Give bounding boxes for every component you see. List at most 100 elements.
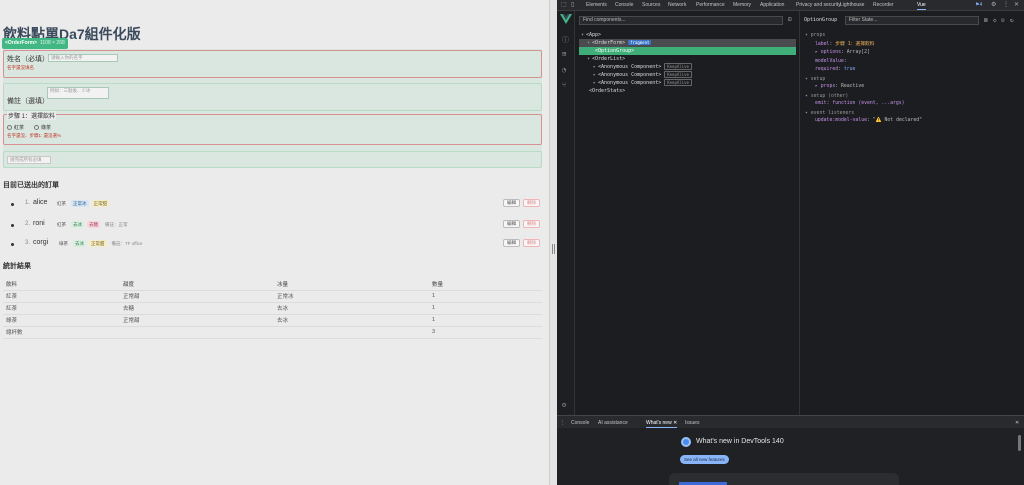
stats-table: 飲料 甜度 冰量 數量 紅茶 正常甜 正常冰 1 紅茶 去糖 去冰 1 綠茶 正常甜 去冰 1 總… [3, 278, 542, 339]
components-icon[interactable]: ⊞ [562, 50, 566, 58]
state-line[interactable]: ▾ setup [805, 76, 825, 83]
tab-performance[interactable]: Performance [696, 2, 725, 8]
issues-count: 4 [979, 2, 983, 8]
panel-splitter[interactable] [549, 0, 557, 485]
tag-sugar: 正常甜 [91, 200, 109, 207]
more-options-icon[interactable]: ⋮ [1003, 1, 1009, 8]
close-tab-icon[interactable]: ✕ [673, 420, 677, 426]
delete-button[interactable]: 刪除 [523, 199, 540, 207]
chevron-down-icon[interactable]: ▾ [581, 32, 584, 38]
chevron-down-icon[interactable]: ▾ [587, 40, 590, 46]
tab-memory[interactable]: Memory [733, 2, 751, 8]
refresh-icon[interactable]: ↻ [1010, 17, 1014, 24]
open-in-editor-icon[interactable]: ⎋ [1001, 17, 1005, 24]
state-line[interactable]: ▸ props: Reactive [815, 83, 864, 90]
column-header: 甜度 [120, 278, 274, 291]
tree-node[interactable]: <OrderStats> [587, 87, 625, 95]
filter-state-input[interactable]: Filter State... [845, 16, 979, 25]
tree-node[interactable]: <OptionGroup> [593, 47, 634, 55]
stats-heading: 統計結果 [3, 263, 31, 270]
delete-button[interactable]: 刪除 [523, 239, 540, 247]
drawer-tab-console[interactable]: Console [571, 420, 589, 426]
state-line[interactable]: required: true [815, 66, 855, 73]
select-component-icon[interactable]: ⊡ [788, 16, 792, 23]
state-line[interactable]: ▾ event listeners [805, 110, 854, 117]
chevron-right-icon[interactable]: ▸ [593, 64, 596, 70]
edit-button[interactable]: 編輯 [503, 220, 520, 228]
tag-sugar: 去糖 [87, 221, 100, 228]
tab-console[interactable]: Console [615, 2, 633, 8]
table-cell: 1 [429, 290, 542, 303]
chevron-down-icon[interactable]: ▾ [587, 56, 590, 62]
close-drawer-icon[interactable]: ✕ [1015, 420, 1019, 426]
tree-node[interactable]: ▾ <OrderList> [587, 55, 625, 63]
state-line[interactable]: emit: function (event, ...args) [815, 100, 905, 107]
settings-icon[interactable]: ⚙ [562, 401, 566, 409]
find-components-input[interactable]: Find components... [579, 16, 783, 25]
tab-application[interactable]: Application [760, 2, 784, 8]
close-icon[interactable]: ✕ [1014, 1, 1019, 8]
table-cell: 總杯數 [3, 326, 120, 339]
bullet-icon [11, 243, 14, 246]
table-cell: 正常甜 [120, 290, 274, 303]
drawer-scrollbar[interactable] [1018, 435, 1021, 451]
chevron-right-icon[interactable]: ▸ [593, 72, 596, 78]
drawer-tab-ai[interactable]: AI assistance [598, 420, 628, 426]
state-line[interactable]: label: 步驟 1：選擇飲料 [815, 41, 875, 48]
tab-elements[interactable]: Elements [586, 2, 607, 8]
tree-node[interactable]: ▸ <Anonymous Component> KeepAlive [593, 63, 692, 71]
timeline-icon[interactable]: ◔ [562, 66, 566, 74]
tag-drink: 紅茶 [57, 222, 66, 227]
inspect-dom-icon[interactable]: ◇ [993, 17, 997, 24]
info-icon[interactable]: ⓘ [562, 35, 569, 45]
step1-error: 名字還沒、步驟1: 還沒選% [7, 133, 62, 138]
chevron-right-icon[interactable]: ▸ [593, 80, 596, 86]
settings-gear-icon[interactable]: ⚙ [991, 1, 996, 8]
tag-ice: 正常冰 [71, 200, 89, 207]
feature-video-thumbnail[interactable] [669, 473, 899, 485]
inspect-element-icon[interactable]: ⬚ [561, 1, 567, 8]
tree-node[interactable]: ▾ <OrderForm> fragment [587, 39, 652, 47]
drawer-menu-icon[interactable]: ⋮ [560, 420, 565, 426]
state-line[interactable]: modelValue: [815, 58, 847, 65]
name-input[interactable]: 請輸入你的名字 [48, 54, 118, 62]
table-row: 總杯數 3 [3, 326, 542, 339]
table-row: 紅茶 正常甜 正常冰 1 [3, 290, 542, 303]
tree-node-label: <App> [586, 32, 602, 38]
see-all-features-button[interactable]: See all new features [680, 455, 729, 464]
radio-option-1[interactable]: 綠茶 [34, 124, 51, 131]
tab-network[interactable]: Network [668, 2, 686, 8]
table-cell: 正常冰 [274, 290, 429, 303]
tab-lighthouse[interactable]: Lighthouse [840, 2, 864, 8]
device-toolbar-icon[interactable]: ▯ [571, 1, 574, 8]
edit-button[interactable]: 編輯 [503, 199, 520, 207]
column-header: 數量 [429, 278, 542, 291]
submit-button[interactable]: 請完成所有必填 [7, 156, 51, 164]
state-line[interactable]: ▾ setup (other) [805, 93, 848, 100]
tab-vue[interactable]: Vue [917, 2, 926, 10]
delete-button[interactable]: 刪除 [523, 220, 540, 228]
state-token: ▾ event listeners [805, 110, 855, 116]
order-index: 1. [25, 200, 31, 206]
tab-sources[interactable]: Sources [642, 2, 660, 8]
router-icon[interactable]: ⑂ [562, 81, 566, 89]
radio-option-0[interactable]: 紅茶 [7, 124, 24, 131]
tree-node[interactable]: ▾ <App> [581, 31, 601, 39]
scroll-to-icon[interactable]: ⊠ [984, 17, 988, 24]
issues-counter[interactable]: ⚑4 [975, 2, 982, 8]
state-token: true [843, 67, 856, 72]
component-badge-size: 1108 × 268 [39, 40, 65, 46]
order-index: 3. [25, 240, 31, 246]
note-textarea[interactable]: 例如：三點後、少冰 [47, 87, 109, 99]
tree-node[interactable]: ▸ <Anonymous Component> KeepAlive [593, 79, 692, 87]
tab-privacy[interactable]: Privacy and security [796, 2, 841, 8]
drawer-tab-whats-new[interactable]: What's new ✕ [646, 420, 678, 428]
tab-recorder[interactable]: Recorder [873, 2, 894, 8]
tree-node[interactable]: ▸ <Anonymous Component> KeepAlive [593, 71, 692, 79]
state-line[interactable]: update:model-value: "⚠️ Not declared" [815, 117, 922, 124]
drawer-tab-issues[interactable]: Issues [685, 420, 699, 426]
tag-ice: 去冰 [71, 221, 84, 228]
state-line[interactable]: ▸ options: Array[2] [815, 49, 870, 56]
state-line[interactable]: ▾ props [805, 32, 825, 39]
edit-button[interactable]: 編輯 [503, 239, 520, 247]
